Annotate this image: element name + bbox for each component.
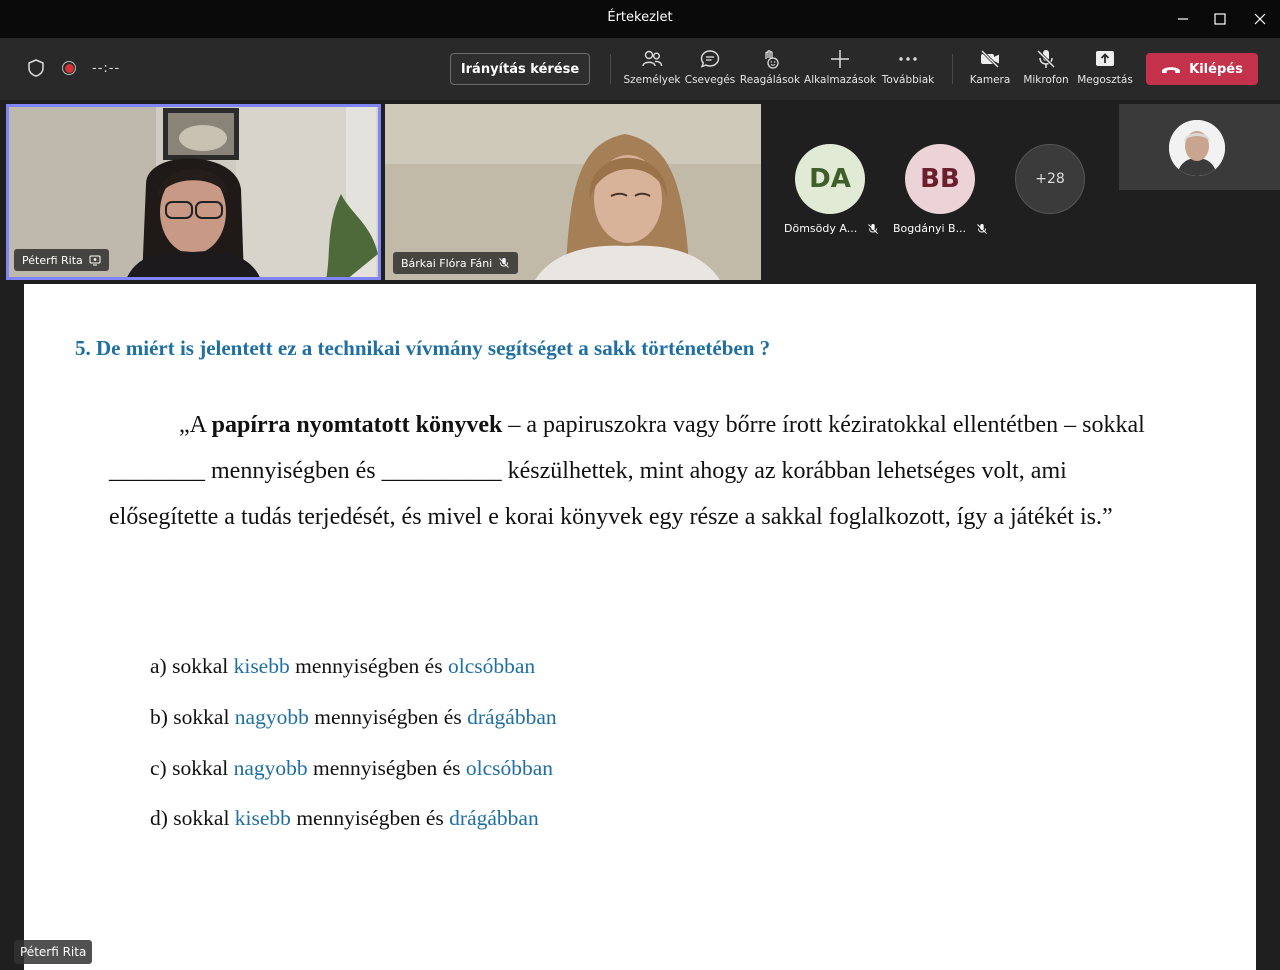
request-control-button[interactable]: Irányítás kérése xyxy=(450,53,590,85)
mic-off-icon xyxy=(499,258,510,268)
more-icon xyxy=(899,57,917,61)
share-icon xyxy=(1096,51,1114,66)
minimize-button[interactable] xyxy=(1163,0,1203,38)
answer-option-a: a) sokkal kisebb mennyiségben és olcsóbb… xyxy=(150,654,536,678)
meeting-timer: --:-- xyxy=(92,60,121,76)
reactions-button[interactable]: Reagálások xyxy=(735,48,805,86)
answer-option-b: b) sokkal nagyobb mennyiségben és drágáb… xyxy=(150,705,557,729)
maximize-button[interactable] xyxy=(1200,0,1240,38)
avatar xyxy=(1169,120,1225,176)
more-participants-button[interactable]: +28 xyxy=(1015,144,1085,214)
participant-video-peterfi-rita[interactable]: Péterfi Rita xyxy=(6,104,381,280)
share-button[interactable]: Megosztás xyxy=(1070,48,1140,86)
more-button[interactable]: Továbbiak xyxy=(873,48,943,86)
mic-off-icon xyxy=(977,223,987,234)
participant-avatar-bb[interactable]: BB xyxy=(905,144,975,214)
participant-video-barkai-flora-fani[interactable]: Bárkai Flóra Fáni xyxy=(385,104,761,280)
toolbar-divider xyxy=(952,54,953,84)
reaction-icon xyxy=(765,50,779,69)
quote-bold-text: papírra nyomtatott könyvek xyxy=(211,412,503,438)
participant-name-tag: Péterfi Rita xyxy=(14,249,109,271)
mic-off-icon xyxy=(868,223,879,234)
quote-paragraph: „A papírra nyomtatott könyvek – a papiru… xyxy=(109,412,1145,530)
participant-name-domsody: Dömsödy A... xyxy=(784,222,879,235)
participant-name-tag: Bárkai Flóra Fáni xyxy=(393,252,519,274)
leave-button[interactable]: Kilépés xyxy=(1146,53,1258,85)
mic-off-icon xyxy=(1036,49,1056,69)
window-title: Értekezlet xyxy=(607,10,673,25)
answer-option-c: c) sokkal nagyobb mennyiségben és olcsób… xyxy=(150,756,554,780)
presenter-name-tag: Péterfi Rita xyxy=(14,940,93,964)
presenting-icon xyxy=(89,255,101,266)
shared-screen-content: 5. De miért is jelentett ez a technikai … xyxy=(24,284,1256,970)
self-view-tile[interactable] xyxy=(1119,104,1280,190)
answer-option-d: d) sokkal kisebb mennyiségben és drágább… xyxy=(150,806,539,830)
phone-hangup-icon xyxy=(1162,67,1181,73)
participant-avatar-da[interactable]: DA xyxy=(795,144,865,214)
participant-name-bogdanyi: Bogdányi B... xyxy=(893,222,988,235)
minimize-icon xyxy=(1178,18,1188,20)
recording-indicator-icon xyxy=(62,61,76,75)
question-title: 5. De miért is jelentett ez a technikai … xyxy=(75,336,771,360)
plus-icon xyxy=(831,50,849,68)
toolbar-divider xyxy=(610,54,611,84)
meeting-toolbar: --:-- Irányítás kérése Személyek Csevegé… xyxy=(0,38,1280,100)
maximize-icon xyxy=(1214,13,1226,25)
title-bar: Értekezlet xyxy=(0,0,1280,38)
apps-button[interactable]: Alkalmazások xyxy=(804,48,876,86)
people-icon xyxy=(642,50,663,67)
shield-icon[interactable] xyxy=(26,58,46,78)
close-button[interactable] xyxy=(1240,0,1280,38)
camera-off-icon xyxy=(980,49,1000,69)
close-icon xyxy=(1254,13,1266,25)
chat-icon xyxy=(700,50,720,68)
profile-photo-image xyxy=(1169,120,1225,176)
